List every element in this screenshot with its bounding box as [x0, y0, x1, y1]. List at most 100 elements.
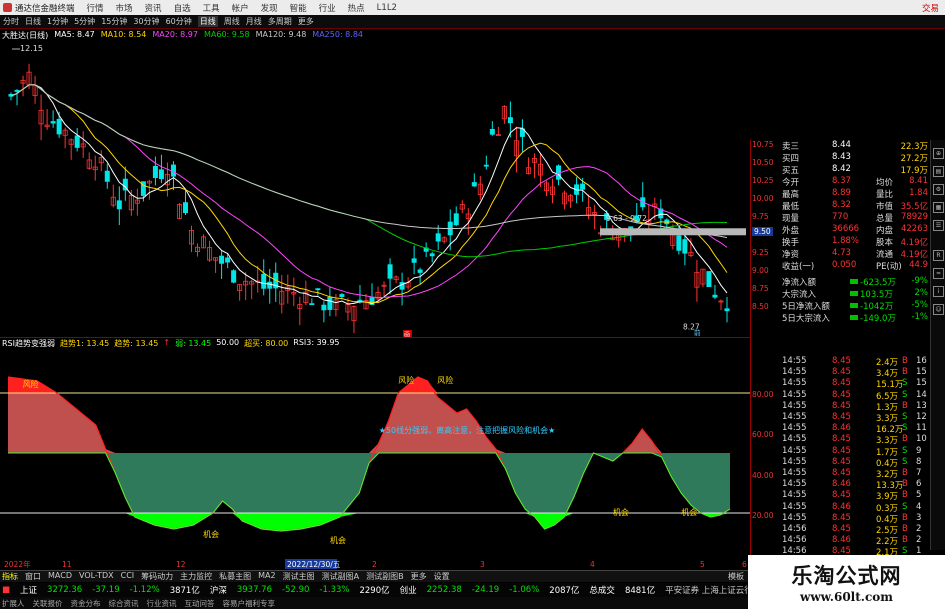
candle-body: [411, 258, 417, 263]
quote-label: 净资: [782, 250, 800, 260]
candle-body: [14, 90, 20, 92]
tick-cell: 14:56: [782, 535, 807, 546]
period-item-active[interactable]: 日线: [197, 16, 218, 27]
info-strip-item[interactable]: 扩展人: [2, 598, 25, 609]
menu-item-5[interactable]: 帐户: [232, 2, 249, 14]
menu-item-2[interactable]: 资讯: [145, 2, 162, 14]
indicator-tab[interactable]: 私募主图: [219, 571, 251, 582]
candle-body: [417, 269, 423, 273]
ma-line: [10, 84, 728, 305]
tick-cell: 14:55: [782, 367, 807, 378]
indicator-up: ↑: [163, 338, 171, 347]
tick-cell: 8.45: [832, 400, 851, 411]
period-item[interactable]: 周线: [224, 16, 240, 27]
indicator-tab[interactable]: 测试副图A: [322, 571, 359, 582]
template-button[interactable]: 模板: [728, 571, 744, 582]
tick-cell: 14:55: [782, 400, 807, 411]
info-strip-item[interactable]: 容易户福利专享: [223, 598, 276, 609]
sh-label[interactable]: 上证: [20, 584, 37, 596]
quote-label: 市值: [876, 202, 894, 212]
trade-button[interactable]: 交易: [922, 2, 945, 14]
info-icon[interactable]: i: [933, 286, 944, 297]
tick-row: 14:55 8.45 3.2万 B 7: [780, 468, 930, 480]
indicator-tab[interactable]: 设置: [434, 571, 450, 582]
title-bar: 通达信金融终端 行情 市场 资讯 自选 工具 帐户 发现 智能 行业 热点 L1…: [0, 0, 945, 15]
cy-label[interactable]: 创业: [400, 584, 417, 596]
zoom-icon[interactable]: ⊕: [933, 148, 944, 159]
list-icon[interactable]: ☰: [933, 220, 944, 231]
quote-label: 量比: [876, 190, 894, 200]
indicator-tab[interactable]: 测试副图B: [366, 571, 404, 582]
info-strip-item[interactable]: 互动问答: [185, 598, 215, 609]
quote-panel: 卖三 8.44 22.3万 买四 8.43 27.2万 买五 8.42 17.9万 今开 8.37 均…: [780, 140, 930, 560]
tick-cell: 8.45: [832, 378, 851, 389]
menu-item-0[interactable]: 行情: [87, 2, 104, 14]
kline-chart[interactable]: 12.159.63 - 9.728.27画前: [0, 41, 750, 337]
tick-cell: 2: [916, 535, 922, 546]
menu-item-1[interactable]: 市场: [116, 2, 133, 14]
period-item[interactable]: 5分钟: [74, 16, 95, 27]
candle-body: [580, 183, 586, 190]
menu-item-3[interactable]: 自选: [174, 2, 191, 14]
above-50-area: [8, 377, 730, 453]
period-item[interactable]: 30分钟: [133, 16, 159, 27]
indicator-tab[interactable]: MA2: [258, 571, 275, 582]
period-item[interactable]: 1分钟: [47, 16, 68, 27]
tick-cell: 2.4万: [876, 358, 899, 368]
flow-icon[interactable]: ≈: [933, 268, 944, 279]
tick-cell: 8.46: [832, 535, 851, 546]
period-item[interactable]: 日线: [25, 16, 41, 27]
period-item[interactable]: 60分钟: [166, 16, 192, 27]
quote-volume: 17.9万: [900, 166, 928, 176]
candle-body: [261, 273, 267, 289]
menu-item-7[interactable]: 智能: [290, 2, 307, 14]
quote-value: 8.32: [832, 200, 851, 210]
indicator-name[interactable]: RSI趋势变强弱: [2, 338, 55, 348]
rsi-icon[interactable]: R: [933, 250, 944, 261]
info-strip-item[interactable]: 综合资讯: [109, 598, 139, 609]
indicator-tab[interactable]: 主力监控: [180, 571, 212, 582]
settings-icon[interactable]: ⚙: [933, 184, 944, 195]
rsi-indicator-chart[interactable]: 风险 风险 风险机会机会机会 机会★50线分强弱，离高注意，注意把握风险和机会★: [0, 348, 750, 558]
tick-cell: 5: [916, 490, 922, 501]
tick-cell: 2.2万: [876, 537, 899, 548]
period-item[interactable]: 月线: [246, 16, 262, 27]
date-tick: 2022年: [4, 559, 31, 569]
indicator-tab[interactable]: 测试主图: [283, 571, 315, 582]
indicator-tab[interactable]: 更多: [411, 571, 427, 582]
menu-item-10[interactable]: L1L2: [377, 3, 397, 13]
quote-row: 买四 8.43 27.2万: [780, 152, 930, 164]
info-strip-item[interactable]: 关联报价: [33, 598, 63, 609]
tick-cell: 8.46: [832, 423, 851, 434]
date-tick: 11: [62, 560, 72, 569]
info-strip-item[interactable]: 行业资讯: [147, 598, 177, 609]
menu-item-9[interactable]: 热点: [348, 2, 365, 14]
person-icon[interactable]: ☺: [933, 304, 944, 315]
menu-item-6[interactable]: 发现: [261, 2, 278, 14]
menu-item-8[interactable]: 行业: [319, 2, 336, 14]
indicator-tab[interactable]: 指标: [2, 571, 18, 582]
indicator-rsi3: RSI3: 39.95: [293, 338, 340, 347]
indicator-tab[interactable]: 筹码动力: [141, 571, 173, 582]
info-strip-item[interactable]: 资金分布: [71, 598, 101, 609]
period-item[interactable]: 15分钟: [101, 16, 127, 27]
tick-cell: 8.45: [832, 434, 851, 445]
indicator-tab[interactable]: MACD: [48, 571, 72, 582]
indicator-tab[interactable]: CCI: [121, 571, 135, 582]
date-axis: 2022年 11 12 2022/12/30/五 2 3 4 5 6: [4, 559, 747, 569]
chart-icon[interactable]: ▤: [933, 166, 944, 177]
candle-body: [327, 296, 333, 310]
period-item[interactable]: 分时: [3, 16, 19, 27]
candle-body: [50, 121, 56, 124]
indicator-tab[interactable]: 窗口: [25, 571, 41, 582]
news-icon[interactable]: ▦: [933, 202, 944, 213]
indicator-tick: 80.00: [752, 390, 774, 399]
menu-item-4[interactable]: 工具: [203, 2, 220, 14]
tick-cell: 16.2万: [876, 425, 904, 436]
quote-label: 流通: [876, 250, 894, 260]
period-item[interactable]: 多周期: [268, 16, 292, 27]
period-item[interactable]: 更多: [298, 16, 314, 27]
indicator-tab[interactable]: VOL-TDX: [79, 571, 114, 582]
tick-cell: 3.3万: [876, 414, 899, 424]
sz-label[interactable]: 沪深: [210, 584, 227, 596]
